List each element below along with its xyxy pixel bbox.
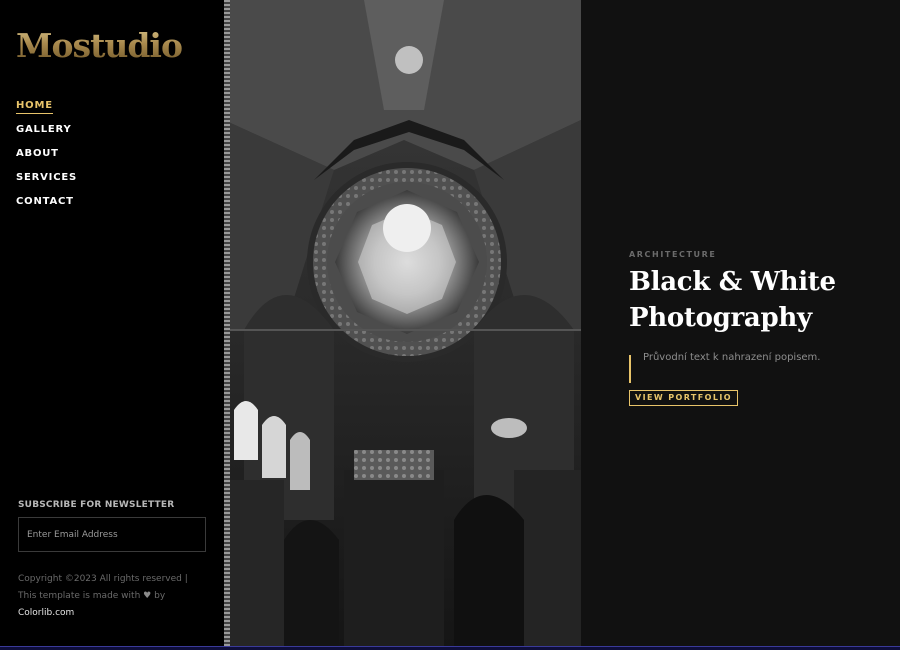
cathedral-dome-image xyxy=(224,0,581,646)
view-portfolio-button[interactable]: VIEW PORTFOLIO xyxy=(629,390,738,406)
copyright-by: by xyxy=(154,591,166,601)
newsletter-email-input[interactable] xyxy=(18,517,206,552)
hero-photo xyxy=(224,0,581,646)
description-accent-bar xyxy=(629,355,631,383)
nav-item-services: SERVICES xyxy=(16,167,77,191)
hero-title: Black & White Photography xyxy=(629,267,836,333)
nav-link-gallery[interactable]: GALLERY xyxy=(16,124,72,137)
colorlib-link[interactable]: Colorlib.com xyxy=(18,608,74,618)
brand-logo[interactable]: Mostudio xyxy=(16,26,183,65)
nav-item-home: HOME xyxy=(16,95,77,119)
nav-item-gallery: GALLERY xyxy=(16,119,77,143)
main-nav: HOME GALLERY ABOUT SERVICES CONTACT xyxy=(16,95,77,215)
newsletter-title: SUBSCRIBE FOR NEWSLETTER xyxy=(18,500,175,510)
nav-link-home[interactable]: HOME xyxy=(16,100,53,114)
nav-item-about: ABOUT xyxy=(16,143,77,167)
hero-description: Průvodní text k nahrazení popisem. xyxy=(643,352,821,363)
heart-icon: ♥ xyxy=(143,591,152,601)
copyright-text: Copyright ©2023 All rights reserved | Th… xyxy=(18,571,208,622)
photo-edge-decoration xyxy=(224,0,230,646)
bottom-border xyxy=(0,646,900,650)
nav-link-services[interactable]: SERVICES xyxy=(16,172,77,185)
hero-category: ARCHITECTURE xyxy=(629,250,717,259)
nav-link-about[interactable]: ABOUT xyxy=(16,148,59,161)
sidebar: Mostudio HOME GALLERY ABOUT SERVICES CON… xyxy=(0,0,224,650)
nav-link-contact[interactable]: CONTACT xyxy=(16,196,74,209)
hero-content: ARCHITECTURE Black & White Photography P… xyxy=(581,0,900,646)
nav-item-contact: CONTACT xyxy=(16,191,77,215)
